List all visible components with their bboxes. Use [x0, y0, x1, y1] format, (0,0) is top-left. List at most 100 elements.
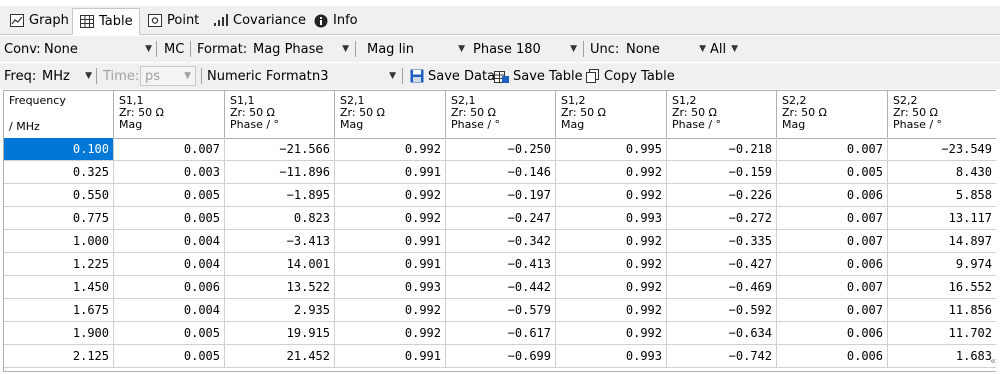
frequency-cell[interactable]: 0.775	[4, 207, 114, 230]
table-cell[interactable]: 0.006	[114, 276, 225, 299]
column-header[interactable]: S1,1 Zr: 50 Ω Phase / °	[225, 91, 335, 138]
table-cell[interactable]: −0.469	[667, 276, 777, 299]
table-cell[interactable]: 13.117	[888, 207, 996, 230]
table-cell[interactable]: 14.001	[225, 253, 335, 276]
column-header[interactable]: S2,1 Zr: 50 Ω Mag	[335, 91, 446, 138]
table-cell[interactable]: −0.272	[667, 207, 777, 230]
table-cell[interactable]: 0.007	[114, 138, 225, 161]
table-cell[interactable]: 0.991	[335, 230, 446, 253]
mag-scale-dropdown[interactable]: Mag lin ▼	[367, 36, 465, 62]
tab-point[interactable]: Point	[140, 8, 206, 33]
table-cell[interactable]: −0.342	[446, 230, 556, 253]
table-cell[interactable]: 0.003	[114, 161, 225, 184]
table-cell[interactable]: 0.992	[556, 253, 667, 276]
frequency-cell[interactable]: 1.450	[4, 276, 114, 299]
table-cell[interactable]: −0.592	[667, 299, 777, 322]
table-cell[interactable]: 0.992	[556, 322, 667, 345]
table-cell[interactable]: 8.430	[888, 161, 996, 184]
table-row[interactable]: 0.550 0.005 −1.895 0.992 −0.197 0.992 −0.226 0.…	[4, 184, 996, 207]
table-cell[interactable]: 11.856	[888, 299, 996, 322]
table-cell[interactable]: 19.915	[225, 322, 335, 345]
table-cell[interactable]: −1.895	[225, 184, 335, 207]
table-cell[interactable]: 0.993	[335, 276, 446, 299]
format-dropdown[interactable]: Mag Phase ▼	[253, 36, 349, 62]
table-cell[interactable]: 0.823	[225, 207, 335, 230]
table-cell[interactable]: 0.005	[114, 322, 225, 345]
table-row[interactable]: 0.325 0.003 −11.896 0.991 −0.146 0.992 −0.159 0…	[4, 161, 996, 184]
conv-dropdown[interactable]: None ▼	[44, 36, 152, 62]
table-cell[interactable]: 0.992	[335, 138, 446, 161]
table-cell[interactable]: 0.007	[777, 230, 888, 253]
table-cell[interactable]: 0.006	[777, 322, 888, 345]
table-cell[interactable]: 0.991	[335, 253, 446, 276]
frequency-cell[interactable]: 1.900	[4, 322, 114, 345]
mc-toggle[interactable]: MC	[164, 36, 184, 62]
all-dropdown[interactable]: All ▼	[710, 36, 738, 62]
table-cell[interactable]: −0.742	[667, 345, 777, 368]
save-table-button[interactable]: Save Table	[494, 63, 583, 89]
table-cell[interactable]: 0.004	[114, 299, 225, 322]
table-cell[interactable]: 0.005	[114, 207, 225, 230]
table-cell[interactable]: 0.004	[114, 253, 225, 276]
unc-dropdown[interactable]: None ▼	[626, 36, 706, 62]
table-cell[interactable]: 0.007	[777, 138, 888, 161]
table-cell[interactable]: 21.452	[225, 345, 335, 368]
table-row[interactable]: 0.775 0.005 0.823 0.992 −0.247 0.993 −0.272 0.0…	[4, 207, 996, 230]
table-cell[interactable]: −0.218	[667, 138, 777, 161]
table-cell[interactable]: −3.413	[225, 230, 335, 253]
table-cell[interactable]: −0.159	[667, 161, 777, 184]
table-row[interactable]: 1.450 0.006 13.522 0.993 −0.442 0.992 −0.469 0.…	[4, 276, 996, 299]
frequency-cell[interactable]: 1.000	[4, 230, 114, 253]
save-data-button[interactable]: Save Data	[409, 63, 495, 89]
table-cell[interactable]: 0.005	[777, 161, 888, 184]
numeric-format-dropdown[interactable]: n3 ▼	[312, 63, 396, 89]
table-cell[interactable]: 0.004	[114, 230, 225, 253]
table-cell[interactable]: 0.995	[556, 138, 667, 161]
frequency-cell[interactable]: 0.325	[4, 161, 114, 184]
table-row[interactable]: 0.100 0.007 −21.566 0.992 −0.250 0.995 −0.218 0…	[4, 138, 996, 161]
table-cell[interactable]: −0.442	[446, 276, 556, 299]
tab-info[interactable]: Info	[306, 8, 365, 33]
table-cell[interactable]: 5.858	[888, 184, 996, 207]
table-cell[interactable]: 0.992	[335, 207, 446, 230]
frequency-cell[interactable]: 1.225	[4, 253, 114, 276]
table-cell[interactable]: 0.991	[335, 161, 446, 184]
table-cell[interactable]: −0.247	[446, 207, 556, 230]
table-cell[interactable]: 0.992	[335, 184, 446, 207]
column-header[interactable]: S1,1 Zr: 50 Ω Mag	[114, 91, 225, 138]
table-cell[interactable]: 0.991	[335, 345, 446, 368]
freq-unit-dropdown[interactable]: MHz ▼	[42, 63, 92, 89]
column-header[interactable]: S1,2 Zr: 50 Ω Phase / °	[667, 91, 777, 138]
table-cell[interactable]: 0.992	[556, 184, 667, 207]
table-cell[interactable]: −0.335	[667, 230, 777, 253]
table-cell[interactable]: 0.992	[335, 299, 446, 322]
table-cell[interactable]: −0.427	[667, 253, 777, 276]
table-cell[interactable]: −0.197	[446, 184, 556, 207]
table-row[interactable]: 2.125 0.005 21.452 0.991 −0.699 0.993 −0.742 0.…	[4, 345, 996, 368]
table-cell[interactable]: −23.549	[888, 138, 996, 161]
tab-table[interactable]: Table	[72, 8, 140, 35]
table-cell[interactable]: 0.993	[556, 345, 667, 368]
table-cell[interactable]: 0.006	[777, 253, 888, 276]
table-cell[interactable]: 0.992	[556, 299, 667, 322]
column-header[interactable]: S2,1 Zr: 50 Ω Phase / °	[446, 91, 556, 138]
table-cell[interactable]: 0.006	[777, 345, 888, 368]
frequency-cell[interactable]: 0.550	[4, 184, 114, 207]
tab-covariance[interactable]: Covariance	[206, 8, 313, 33]
table-row[interactable]: 1.900 0.005 19.915 0.992 −0.617 0.992 −0.634 0.…	[4, 322, 996, 345]
table-cell[interactable]: 0.005	[114, 345, 225, 368]
table-cell[interactable]: 0.007	[777, 276, 888, 299]
table-cell[interactable]: −0.413	[446, 253, 556, 276]
frequency-cell[interactable]: 0.100	[4, 138, 114, 161]
table-cell[interactable]: 2.935	[225, 299, 335, 322]
table-cell[interactable]: 0.006	[777, 184, 888, 207]
table-cell[interactable]: 0.993	[556, 207, 667, 230]
table-cell[interactable]: −11.896	[225, 161, 335, 184]
table-cell[interactable]: 0.992	[335, 322, 446, 345]
table-cell[interactable]: −0.226	[667, 184, 777, 207]
table-cell[interactable]: 0.992	[556, 230, 667, 253]
table-cell[interactable]: −0.146	[446, 161, 556, 184]
copy-table-button[interactable]: Copy Table	[585, 63, 675, 89]
table-cell[interactable]: 13.522	[225, 276, 335, 299]
table-cell[interactable]: 16.552	[888, 276, 996, 299]
